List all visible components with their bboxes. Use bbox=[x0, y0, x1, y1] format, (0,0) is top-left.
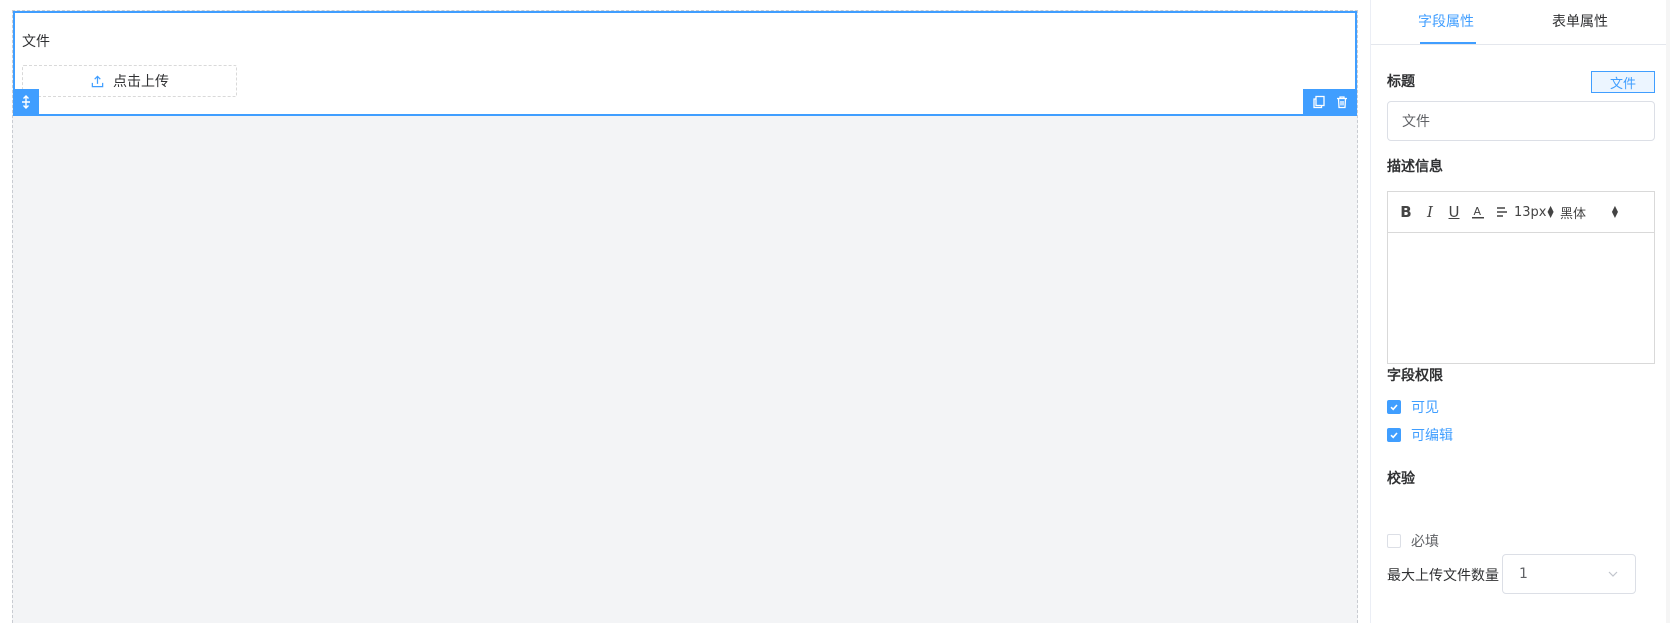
title-section-label: 标题 bbox=[1387, 74, 1415, 90]
validation-section-label: 校验 bbox=[1387, 471, 1415, 487]
active-tab-indicator bbox=[1420, 42, 1476, 44]
required-checkbox[interactable]: 必填 bbox=[1387, 531, 1439, 551]
trash-icon bbox=[1336, 96, 1347, 109]
font-size-value: 13px bbox=[1514, 204, 1547, 220]
bold-button[interactable]: B bbox=[1394, 200, 1418, 224]
align-button[interactable] bbox=[1490, 200, 1514, 224]
font-color-button[interactable]: A bbox=[1466, 200, 1490, 224]
max-files-select[interactable]: 1 bbox=[1502, 554, 1636, 594]
max-files-label: 最大上传文件数量 bbox=[1387, 568, 1499, 584]
svg-text:A: A bbox=[1474, 205, 1482, 218]
permission-section-label: 字段权限 bbox=[1387, 368, 1443, 384]
editor-body[interactable] bbox=[1388, 233, 1654, 363]
rich-text-editor: B I U A 13px ▲ ▼ 黑体 ▲ ▼ bbox=[1387, 191, 1655, 364]
move-vertical-icon bbox=[22, 95, 30, 109]
font-family-select[interactable]: 黑体 ▲ ▼ bbox=[1560, 200, 1630, 224]
visible-checkbox[interactable]: 可见 bbox=[1387, 397, 1439, 417]
upload-button[interactable]: 点击上传 bbox=[22, 65, 237, 97]
field-title: 文件 bbox=[22, 34, 50, 50]
card-actions bbox=[1303, 89, 1357, 115]
delete-button[interactable] bbox=[1332, 92, 1352, 112]
tab-field-properties[interactable]: 字段属性 bbox=[1418, 0, 1474, 45]
panel-tabs: 字段属性 表单属性 bbox=[1371, 0, 1670, 45]
check-icon bbox=[1390, 404, 1398, 411]
file-field-card[interactable]: 文件 点击上传 bbox=[13, 11, 1357, 116]
select-arrows-icon: ▲ ▼ bbox=[1547, 204, 1554, 219]
italic-button[interactable]: I bbox=[1418, 200, 1442, 224]
upload-icon bbox=[91, 74, 104, 87]
font-color-icon: A bbox=[1472, 205, 1484, 219]
tab-form-properties[interactable]: 表单属性 bbox=[1552, 0, 1608, 45]
font-size-select[interactable]: 13px ▲ ▼ bbox=[1514, 200, 1556, 224]
editable-label: 可编辑 bbox=[1411, 428, 1453, 444]
description-section-label: 描述信息 bbox=[1387, 159, 1443, 175]
checkbox-unchecked[interactable] bbox=[1387, 534, 1401, 548]
drag-handle[interactable] bbox=[13, 89, 39, 115]
align-left-icon bbox=[1497, 207, 1507, 217]
max-files-value: 1 bbox=[1519, 566, 1528, 582]
copy-button[interactable] bbox=[1309, 92, 1329, 112]
underline-button[interactable]: U bbox=[1442, 200, 1466, 224]
upload-label: 点击上传 bbox=[113, 74, 169, 90]
select-arrows-icon: ▲ ▼ bbox=[1611, 204, 1618, 219]
scrollbar[interactable] bbox=[1666, 0, 1670, 623]
check-icon bbox=[1390, 432, 1398, 439]
form-canvas: 文件 点击上传 bbox=[0, 0, 1370, 623]
checkbox-checked[interactable] bbox=[1387, 428, 1401, 442]
editable-checkbox[interactable]: 可编辑 bbox=[1387, 425, 1453, 445]
field-type-tag[interactable]: 文件 bbox=[1591, 71, 1655, 93]
font-family-value: 黑体 bbox=[1560, 206, 1587, 222]
checkbox-checked[interactable] bbox=[1387, 400, 1401, 414]
copy-icon bbox=[1312, 95, 1325, 109]
visible-label: 可见 bbox=[1411, 400, 1439, 416]
properties-panel: 字段属性 表单属性 标题 文件 描述信息 B I U A 13px bbox=[1370, 0, 1670, 623]
title-input[interactable] bbox=[1387, 101, 1655, 141]
required-label: 必填 bbox=[1411, 534, 1439, 550]
chevron-down-icon bbox=[1608, 571, 1618, 577]
editor-toolbar: B I U A 13px ▲ ▼ 黑体 ▲ ▼ bbox=[1388, 192, 1654, 233]
